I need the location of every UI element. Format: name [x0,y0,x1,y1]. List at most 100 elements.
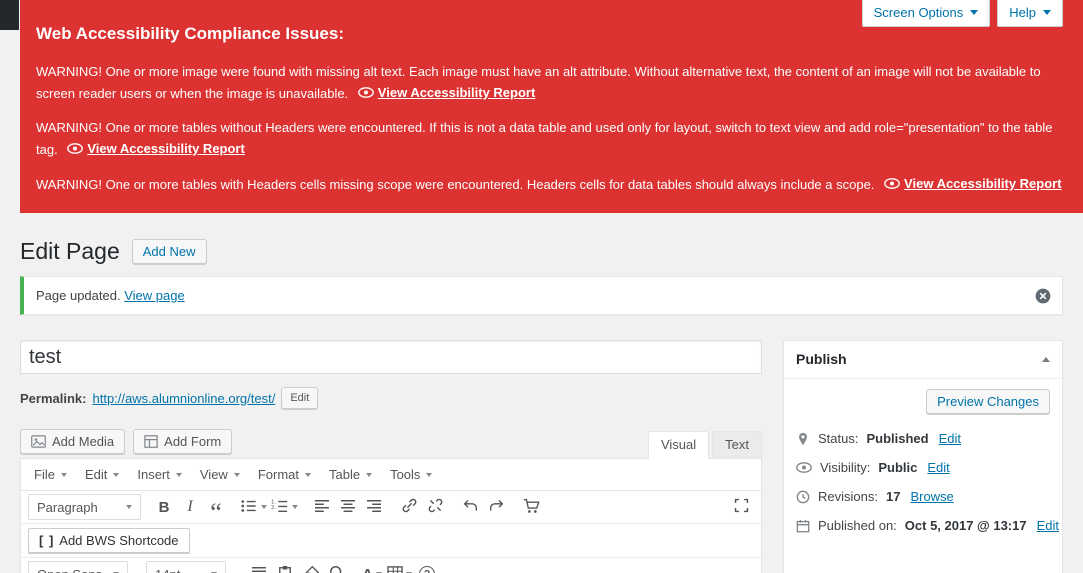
format-group: B I “ [151,494,229,526]
visibility-row: Visibility: Public Edit [784,453,1062,482]
edit-visibility-link[interactable]: Edit [927,460,949,475]
content-columns: Permalink: http://aws.alumnionline.org/t… [20,340,1063,573]
menu-format[interactable]: Format [249,459,320,490]
view-accessibility-report-link[interactable]: View Accessibility Report [357,82,535,103]
remove-link-button[interactable] [422,494,448,520]
pin-icon [796,432,810,446]
font-family-select[interactable]: Open Sans [28,561,128,573]
clock-icon [796,490,810,504]
add-new-button[interactable]: Add New [131,239,207,264]
published-on-row: Published on: Oct 5, 2017 @ 13:17 Edit [784,511,1062,540]
numbered-list-button[interactable]: 1. 2. [269,494,300,520]
table-icon [387,565,403,573]
notice-message: Page updated. [36,288,121,303]
collapse-panel-icon[interactable] [1042,357,1050,362]
edit-status-link[interactable]: Edit [939,431,961,446]
screen-options-button[interactable]: Screen Options [861,0,991,27]
eye-icon [884,178,900,189]
menu-insert[interactable]: Insert [128,459,191,490]
browse-revisions-link[interactable]: Browse [910,489,953,504]
warning-text: WARNING! One or more image were found wi… [36,64,1041,101]
block-format-select[interactable]: Paragraph [28,494,141,520]
history-group [457,494,509,520]
view-accessibility-report-link[interactable]: View Accessibility Report [884,173,1062,194]
calendar-icon [796,519,810,533]
insert-link-button[interactable] [396,494,422,520]
media-buttons-row: Add Media Add Form Visual Text [20,429,762,459]
close-circle-icon [1034,288,1052,308]
search-button[interactable] [324,561,350,573]
undo-button[interactable] [457,494,483,520]
chevron-down-icon [970,10,979,15]
view-accessibility-report-link[interactable]: View Accessibility Report [67,138,245,159]
redo-button[interactable] [483,494,509,520]
screen-options-label: Screen Options [873,5,964,20]
sidebar-column: Publish Preview Changes Status: Publishe… [783,340,1063,573]
publish-panel-header[interactable]: Publish [784,341,1062,379]
bold-button[interactable]: B [151,494,177,520]
permalink-url[interactable]: http://aws.alumnionline.org/test/ [92,391,275,406]
chevron-down-icon [60,472,67,477]
justify-button[interactable] [246,561,272,573]
bullet-list-button[interactable] [238,494,269,520]
edit-page-screen: Screen Options Help Web Accessibility Co… [0,0,1083,573]
menu-edit[interactable]: Edit [76,459,128,490]
chevron-down-icon [113,472,120,477]
tab-text[interactable]: Text [712,431,762,458]
clipboard-icon [278,565,292,573]
blockquote-button[interactable]: “ [203,494,229,526]
paste-button[interactable] [272,561,298,573]
visibility-label: Visibility: [820,460,871,475]
chevron-down-icon [126,505,132,509]
revisions-value: 17 [885,489,901,504]
chevron-down-icon [175,472,182,477]
edit-published-on-link[interactable]: Edit [1037,518,1059,533]
accessibility-warning: WARNING! One or more tables without Head… [36,117,1063,160]
menu-view[interactable]: View [191,459,249,490]
accessibility-warning: WARNING! One or more image were found wi… [36,61,1063,104]
editor-toolbar-1: Paragraph B I “ 1. 2. [21,491,761,526]
publish-misc-rows: Status: Published Edit Visibility: Publi… [784,418,1062,550]
menu-table[interactable]: Table [320,459,381,490]
publish-panel-title: Publish [796,351,847,367]
publish-panel: Publish Preview Changes Status: Publishe… [783,340,1063,573]
font-size-select[interactable]: 14pt [146,561,226,573]
updated-notice: Page updated. View page [20,276,1063,315]
add-media-button[interactable]: Add Media [20,429,126,454]
italic-button[interactable]: I [177,494,203,520]
dismiss-notice-button[interactable] [1034,287,1052,305]
list-group: 1. 2. [238,494,300,520]
chevron-down-icon [261,505,267,509]
help-button-editor[interactable]: ? [414,561,440,573]
preview-row: Preview Changes [784,379,1062,418]
numbered-list-icon: 1. 2. [271,498,289,517]
help-button[interactable]: Help [997,0,1063,27]
text-color-button[interactable]: A [359,561,385,573]
menu-file[interactable]: File [25,459,76,490]
add-form-button[interactable]: Add Form [133,429,233,454]
menu-tools[interactable]: Tools [381,459,441,490]
chevron-down-icon [426,472,433,477]
title-input[interactable] [20,340,762,374]
published-on-label: Published on: [818,518,897,533]
admin-menu-fragment [0,0,19,30]
clear-formatting-button[interactable] [298,561,324,573]
view-page-link[interactable]: View page [124,288,184,303]
align-left-icon [314,499,330,516]
add-bws-shortcode-button[interactable]: [ ] Add BWS Shortcode [28,528,190,553]
link-icon [401,497,418,517]
editor-menubar: File Edit Insert View Format Table Tools [21,459,761,491]
align-left-button[interactable] [309,494,335,520]
media-buttons: Add Media Add Form [20,429,648,458]
table-button[interactable] [385,561,414,573]
edit-permalink-button[interactable]: Edit [281,387,319,409]
tab-visual[interactable]: Visual [647,431,710,459]
cart-button[interactable] [518,494,544,520]
editor-mode-tabs: Visual Text [647,431,762,459]
fullscreen-button[interactable] [728,494,754,520]
preview-changes-button[interactable]: Preview Changes [926,389,1050,414]
commerce-group [518,494,544,520]
align-right-button[interactable] [361,494,387,520]
align-center-button[interactable] [335,494,361,520]
content-editor: File Edit Insert View Format Table Tools… [20,458,762,573]
